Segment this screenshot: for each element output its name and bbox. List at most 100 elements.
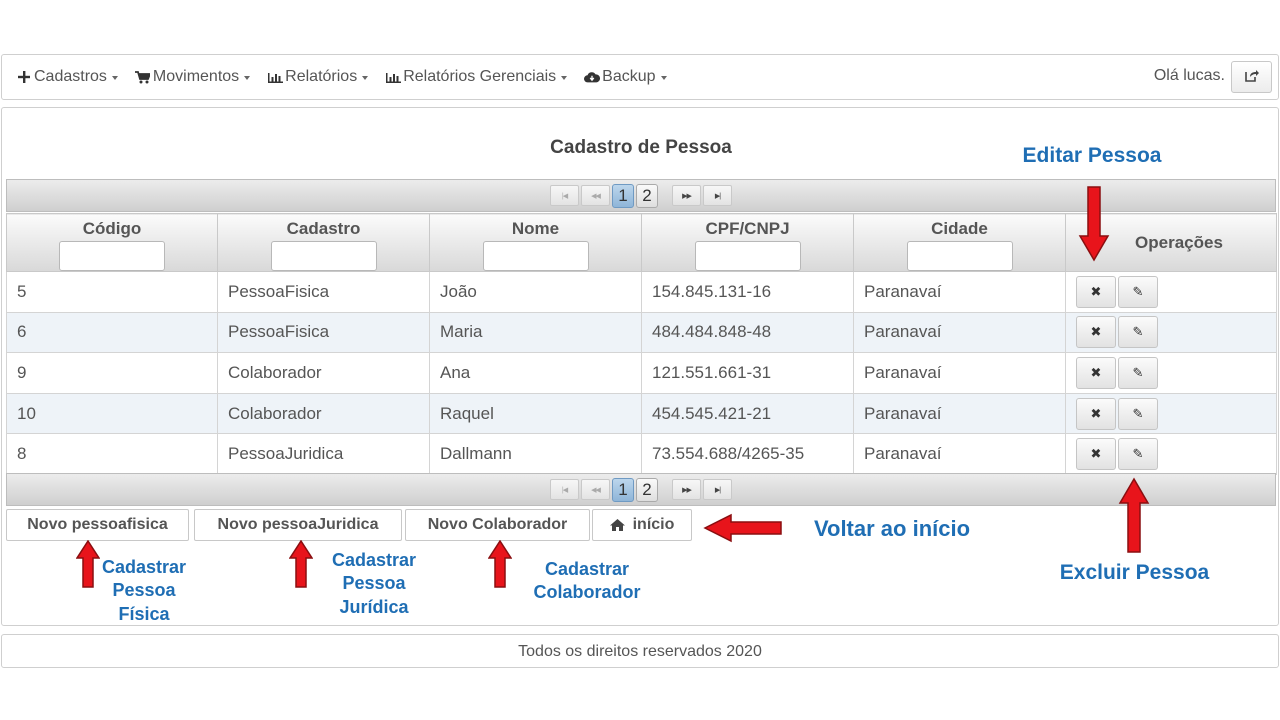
- caret-down-icon: [561, 76, 568, 80]
- caret-down-icon: [660, 76, 667, 80]
- col-cpf[interactable]: CPF/CNPJ: [641, 213, 854, 272]
- cell-codigo: 8: [6, 433, 218, 475]
- delete-button[interactable]: ✖: [1076, 438, 1116, 471]
- close-icon: ✖: [1090, 283, 1102, 299]
- pencil-icon: ✎: [1132, 283, 1144, 299]
- menu-movimentos[interactable]: Movimentos: [135, 68, 251, 86]
- cell-codigo: 6: [6, 311, 218, 354]
- cell-cpf: 121.551.661-31: [641, 352, 854, 394]
- cell-operacoes: ✖ ✎: [1065, 433, 1277, 475]
- cell-nome: João: [429, 271, 642, 313]
- first-page-icon[interactable]: |◀: [550, 185, 579, 206]
- footer: Todos os direitos reservados 2020: [1, 634, 1279, 668]
- cell-codigo: 9: [6, 352, 218, 394]
- col-label: Código: [82, 219, 142, 238]
- delete-button[interactable]: ✖: [1076, 356, 1116, 389]
- col-cadastro[interactable]: Cadastro: [217, 213, 430, 272]
- col-label: Cadastro: [286, 219, 361, 238]
- col-label: Cidade: [931, 219, 988, 238]
- caret-down-icon: [362, 76, 369, 80]
- prev-page-icon[interactable]: ◀◀: [581, 479, 610, 500]
- new-pessoajuridica-button[interactable]: Novo pessoaJuridica: [194, 509, 402, 541]
- menu-label: Relatórios Gerenciais: [403, 68, 557, 85]
- menu-label: Backup: [602, 68, 656, 85]
- cell-cadastro: Colaborador: [217, 392, 430, 435]
- annotation-cadastrar-colaborador: Cadastrar Colaborador: [522, 558, 652, 605]
- table-row: 9 Colaborador Ana 121.551.661-31 Paranav…: [6, 352, 1277, 394]
- home-icon: [609, 519, 625, 531]
- annotation-line: Física: [118, 603, 170, 624]
- edit-button[interactable]: ✎: [1118, 438, 1158, 471]
- close-icon: ✖: [1090, 405, 1102, 421]
- page-2-button[interactable]: 2: [636, 477, 658, 502]
- menu-relatorios[interactable]: Relatórios: [267, 68, 369, 86]
- col-cidade[interactable]: Cidade: [853, 213, 1066, 272]
- col-nome[interactable]: Nome: [429, 213, 642, 272]
- page-1-button[interactable]: 1: [612, 477, 634, 502]
- last-page-icon[interactable]: ▶|: [703, 479, 732, 500]
- pencil-icon: ✎: [1132, 446, 1144, 462]
- page-2-button[interactable]: 2: [636, 183, 658, 208]
- cell-cpf: 154.845.131-16: [641, 271, 854, 313]
- close-icon: ✖: [1090, 446, 1102, 462]
- first-page-icon[interactable]: |◀: [550, 479, 579, 500]
- delete-button[interactable]: ✖: [1076, 316, 1116, 349]
- cell-cpf: 484.484.848-48: [641, 311, 854, 354]
- pencil-icon: ✎: [1132, 405, 1144, 421]
- table-row: 10 Colaborador Raquel 454.545.421-21 Par…: [6, 392, 1277, 435]
- logout-button[interactable]: [1231, 61, 1272, 93]
- plus-icon: [16, 71, 32, 83]
- cell-cadastro: PessoaFisica: [217, 271, 430, 313]
- edit-button[interactable]: ✎: [1118, 275, 1158, 308]
- cadastro-panel: Cadastro de Pessoa |◀ ◀◀ 1 2 ▶▶ ▶| Códig…: [1, 107, 1279, 626]
- cell-cadastro: Colaborador: [217, 352, 430, 394]
- cell-cidade: Paranavaí: [853, 311, 1066, 354]
- annotation-line: Cadastrar: [101, 557, 187, 577]
- menu-backup[interactable]: Backup: [584, 68, 667, 86]
- button-label: Novo Colaborador: [427, 516, 568, 533]
- col-codigo[interactable]: Código: [6, 213, 218, 272]
- cell-operacoes: ✖ ✎: [1065, 352, 1277, 394]
- codigo-filter-input[interactable]: [59, 241, 165, 271]
- cart-icon: [135, 70, 151, 84]
- pencil-icon: ✎: [1132, 364, 1144, 380]
- prev-page-icon[interactable]: ◀◀: [581, 185, 610, 206]
- last-page-icon[interactable]: ▶|: [703, 185, 732, 206]
- menu-cadastros[interactable]: Cadastros: [16, 68, 118, 86]
- cell-cpf: 454.545.421-21: [641, 392, 854, 435]
- nome-filter-input[interactable]: [482, 241, 589, 271]
- cadastro-filter-input[interactable]: [270, 241, 377, 271]
- menu-relatorios-gerenciais[interactable]: Relatórios Gerenciais: [385, 68, 568, 86]
- cell-cidade: Paranavaí: [853, 392, 1066, 435]
- edit-button[interactable]: ✎: [1118, 356, 1158, 389]
- menu-label: Movimentos: [152, 68, 240, 85]
- page-1-button[interactable]: 1: [612, 183, 634, 208]
- edit-button[interactable]: ✎: [1118, 397, 1158, 430]
- arrow-down-icon: [1078, 186, 1110, 262]
- cell-operacoes: ✖ ✎: [1065, 271, 1277, 313]
- cell-nome: Dallmann: [429, 433, 642, 475]
- cpf-filter-input[interactable]: [694, 241, 801, 271]
- annotation-line: Colaborador: [533, 582, 641, 603]
- col-label: CPF/CNPJ: [705, 219, 790, 238]
- cloud-download-icon: [584, 71, 601, 84]
- annotation-editar: Editar Pessoa: [1022, 144, 1162, 167]
- home-button[interactable]: início: [592, 509, 692, 541]
- arrow-left-icon: [703, 513, 782, 543]
- delete-button[interactable]: ✖: [1076, 397, 1116, 430]
- footer-text: Todos os direitos reservados 2020: [518, 643, 762, 660]
- next-page-icon[interactable]: ▶▶: [672, 185, 701, 206]
- next-page-icon[interactable]: ▶▶: [672, 479, 701, 500]
- edit-button[interactable]: ✎: [1118, 316, 1158, 349]
- delete-button[interactable]: ✖: [1076, 275, 1116, 308]
- cidade-filter-input[interactable]: [906, 241, 1013, 271]
- share-icon: [1244, 68, 1259, 87]
- new-pessoafisica-button[interactable]: Novo pessoafisica: [6, 509, 189, 541]
- cell-cidade: Paranavaí: [853, 352, 1066, 394]
- menu-label: Relatórios: [285, 68, 358, 85]
- cell-cidade: Paranavaí: [853, 433, 1066, 475]
- cell-cadastro: PessoaFisica: [217, 311, 430, 354]
- button-label: início: [632, 516, 675, 533]
- arrow-up-icon: [1118, 477, 1150, 553]
- new-colaborador-button[interactable]: Novo Colaborador: [405, 509, 590, 541]
